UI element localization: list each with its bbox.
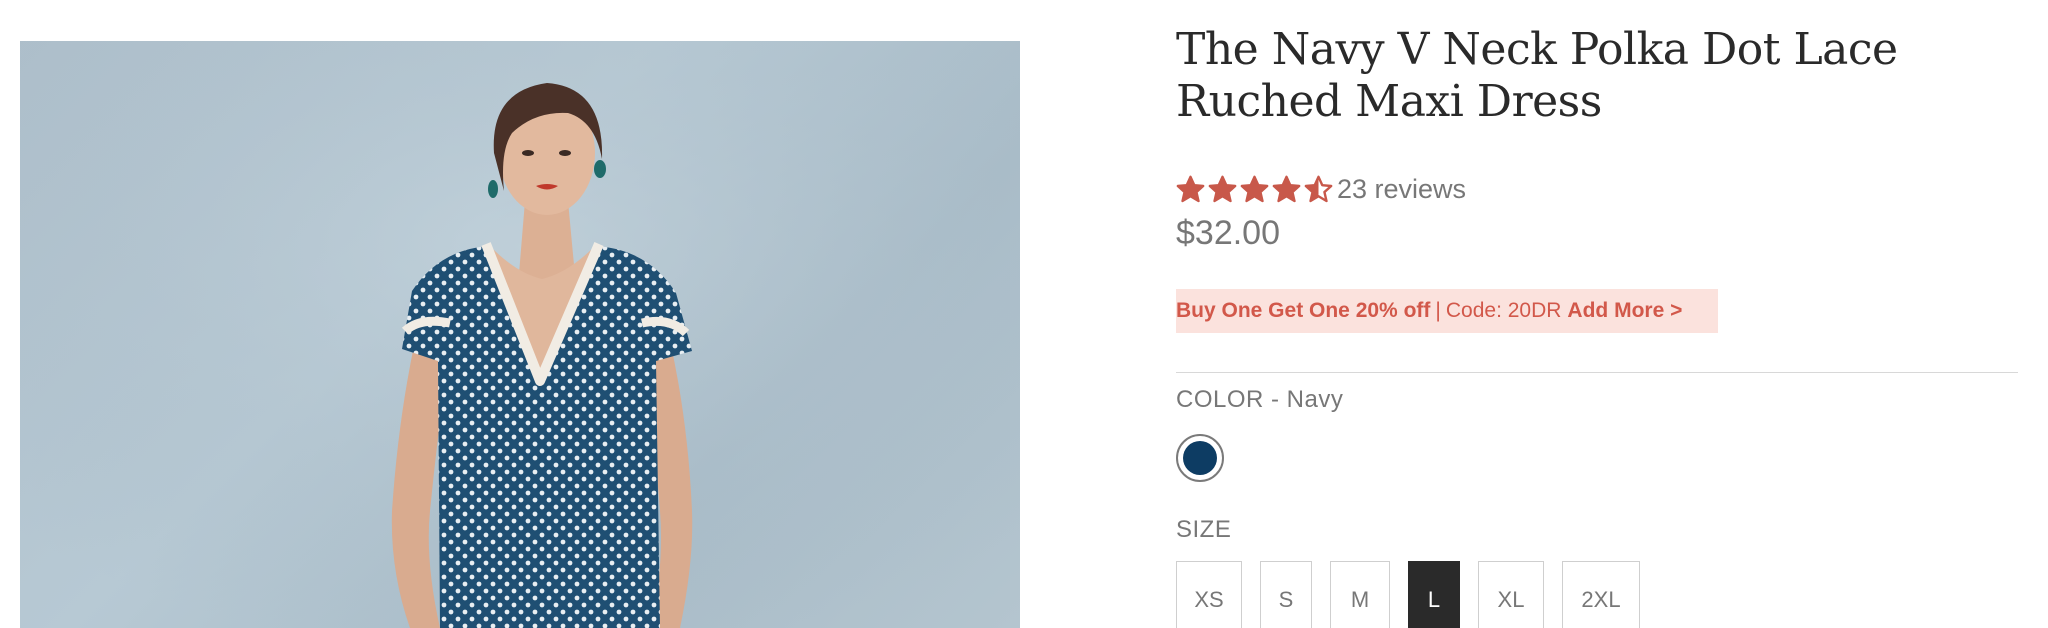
star-full-icon [1176,175,1205,202]
product-image[interactable] [20,41,1020,628]
product-rating[interactable]: 23 reviews [1176,172,1466,206]
size-option-s[interactable]: S [1260,561,1312,628]
star-half-icon [1304,175,1333,202]
product-info: The Navy V Neck Polka Dot Lace Ruched Ma… [1176,24,2018,628]
star-full-icon [1208,175,1237,202]
size-label: SIZE [1176,516,1232,543]
product-photo [20,41,1020,628]
product-title: The Navy V Neck Polka Dot Lace Ruched Ma… [1176,24,1898,127]
divider [1176,372,2018,373]
size-option-xl[interactable]: XL [1478,561,1544,628]
size-option-m[interactable]: M [1330,561,1390,628]
size-options: XS S M L XL 2XL [1176,561,1658,628]
size-option-l[interactable]: L [1408,561,1460,628]
size-option-2xl[interactable]: 2XL [1562,561,1640,628]
promo-code: Code: 20DR [1445,299,1562,322]
color-label: COLOR - Navy [1176,386,1344,413]
promo-offer: Buy One Get One 20% off [1176,299,1431,322]
size-option-xs[interactable]: XS [1176,561,1242,628]
add-more-link[interactable]: Add More > [1567,299,1682,323]
rating-stars [1176,175,1333,204]
promo-banner: Buy One Get One 20% off | Code: 20DR Add… [1176,289,1718,333]
product-price: $32.00 [1176,214,1280,252]
promo-separator: | [1435,299,1441,322]
color-swatch-fill [1183,441,1217,475]
reviews-link[interactable]: 23 reviews [1337,174,1466,205]
star-full-icon [1272,175,1301,202]
color-swatch-navy[interactable] [1176,434,1224,482]
star-full-icon [1240,175,1269,202]
